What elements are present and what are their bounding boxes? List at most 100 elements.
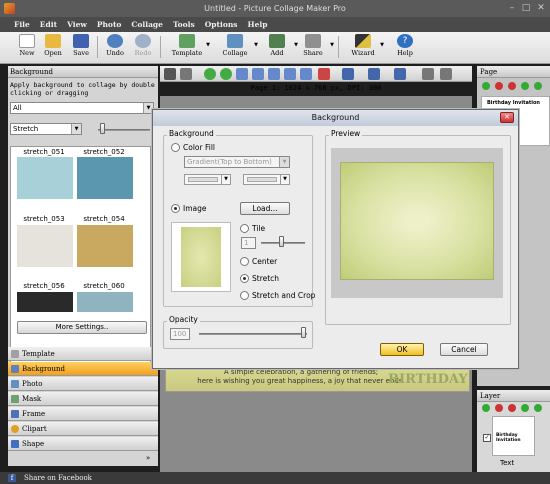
add-button[interactable]: Add ▼ xyxy=(262,34,298,57)
color-2-button[interactable]: ▼ xyxy=(243,174,290,185)
chevron-down-icon[interactable]: ▼ xyxy=(380,42,384,48)
template-button[interactable]: Template ▼ xyxy=(170,34,210,57)
move-layer-down-icon[interactable] xyxy=(534,404,542,412)
zoom-out-icon[interactable] xyxy=(440,68,452,80)
folder-icon xyxy=(45,34,61,48)
thumb-stretch-052[interactable] xyxy=(77,157,133,199)
remove-page-icon[interactable] xyxy=(495,82,503,90)
menu-view[interactable]: View xyxy=(67,20,87,29)
add-layer-icon[interactable] xyxy=(482,404,490,412)
minimize-button[interactable]: – xyxy=(506,2,518,14)
copy-icon[interactable] xyxy=(284,68,296,80)
move-page-down-icon[interactable] xyxy=(534,82,542,90)
section-clipart[interactable]: Clipart xyxy=(8,422,158,436)
distribute-icon[interactable] xyxy=(368,68,380,80)
close-icon[interactable]: ✕ xyxy=(500,112,514,123)
menu-bar: File Edit View Photo Collage Tools Optio… xyxy=(0,17,550,32)
collage-button[interactable]: Collage ▼ xyxy=(218,34,258,57)
zoom-slider-thumb[interactable] xyxy=(100,123,105,134)
cancel-button[interactable]: Cancel xyxy=(440,343,488,356)
thumb-label: stretch_052 xyxy=(83,148,125,156)
crop-icon[interactable] xyxy=(180,68,192,80)
share-button[interactable]: Share ▼ xyxy=(298,34,334,57)
undo-button[interactable]: Undo xyxy=(100,34,130,57)
share-on-facebook-link[interactable]: Share on Facebook xyxy=(24,474,92,482)
delete-icon[interactable] xyxy=(318,68,330,80)
section-mask[interactable]: Mask xyxy=(8,392,158,406)
close-button[interactable]: ✕ xyxy=(535,2,547,14)
remove-layer-icon[interactable] xyxy=(495,404,503,412)
open-button[interactable]: Open xyxy=(38,34,68,57)
section-background[interactable]: Background xyxy=(8,362,158,376)
ok-button[interactable]: OK xyxy=(380,343,424,356)
menu-tools[interactable]: Tools xyxy=(173,20,195,29)
send-back-icon[interactable] xyxy=(252,68,264,80)
tile-count-field[interactable]: 1 xyxy=(241,237,256,249)
image-radio[interactable] xyxy=(171,204,180,213)
delete-layer-icon[interactable] xyxy=(508,404,516,412)
save-button[interactable]: Save xyxy=(66,34,96,57)
opacity-label: Opacity xyxy=(167,315,200,324)
layer-visibility-checkbox[interactable]: ✓ xyxy=(483,434,491,442)
stretch-radio[interactable] xyxy=(240,274,249,283)
card-birthday-text[interactable]: BIRTHDAY xyxy=(388,372,468,387)
user-icon[interactable] xyxy=(164,68,176,80)
move-page-up-icon[interactable] xyxy=(521,82,529,90)
chevron-more-icon[interactable]: » xyxy=(146,454,150,462)
layer-label: Text xyxy=(500,459,515,467)
opacity-slider-thumb[interactable] xyxy=(301,327,306,338)
gradient-select[interactable]: Gradient(Top to Bottom) ▼ xyxy=(184,156,290,168)
category-select[interactable]: All ▼ xyxy=(10,102,154,114)
mode-select[interactable]: Stretch ▼ xyxy=(10,123,82,135)
menu-help[interactable]: Help xyxy=(248,20,268,29)
arrow-down-icon[interactable] xyxy=(220,68,232,80)
thumb-stretch-056[interactable] xyxy=(17,292,73,312)
menu-photo[interactable]: Photo xyxy=(97,20,122,29)
layer-panel-header: Layer xyxy=(477,390,550,402)
section-template[interactable]: Template xyxy=(8,347,158,361)
section-photo[interactable]: Photo xyxy=(8,377,158,391)
stretch-and-crop-radio[interactable] xyxy=(240,291,249,300)
maximize-button[interactable]: □ xyxy=(520,2,532,14)
template-icon xyxy=(11,350,19,358)
zoom-in-icon[interactable] xyxy=(422,68,434,80)
layer-thumbnail[interactable]: Birthday Invitation xyxy=(492,416,535,456)
redo-button[interactable]: Redo xyxy=(128,34,158,57)
move-layer-up-icon[interactable] xyxy=(521,404,529,412)
photo-icon xyxy=(11,380,19,388)
layer-icon[interactable] xyxy=(268,68,280,80)
add-page-icon[interactable] xyxy=(482,82,490,90)
more-settings-button[interactable]: More Settings.. xyxy=(17,321,147,334)
bring-front-icon[interactable] xyxy=(236,68,248,80)
tile-slider-thumb[interactable] xyxy=(279,236,284,247)
help-button[interactable]: ? Help xyxy=(390,34,420,57)
facebook-icon[interactable]: f xyxy=(8,474,16,482)
thumb-stretch-053[interactable] xyxy=(17,225,73,267)
color-1-button[interactable]: ▼ xyxy=(184,174,231,185)
chevron-down-icon[interactable]: ▼ xyxy=(206,42,210,48)
wizard-button[interactable]: Wizard ▼ xyxy=(348,34,384,57)
load-button[interactable]: Load... xyxy=(240,202,290,215)
menu-collage[interactable]: Collage xyxy=(131,20,163,29)
preview-label: Preview xyxy=(329,129,363,138)
template-icon xyxy=(179,34,195,48)
arrow-up-icon[interactable] xyxy=(204,68,216,80)
thumb-stretch-060[interactable] xyxy=(77,292,133,312)
chevron-down-icon[interactable]: ▼ xyxy=(330,42,334,48)
paste-icon[interactable] xyxy=(300,68,312,80)
menu-options[interactable]: Options xyxy=(205,20,238,29)
size-icon[interactable] xyxy=(394,68,406,80)
delete-page-icon[interactable] xyxy=(508,82,516,90)
section-frame[interactable]: Frame xyxy=(8,407,158,421)
thumb-stretch-054[interactable] xyxy=(77,225,133,267)
color-fill-radio[interactable] xyxy=(171,143,180,152)
thumb-stretch-051[interactable] xyxy=(17,157,73,199)
tile-radio[interactable] xyxy=(240,224,249,233)
chevron-down-icon[interactable]: ▼ xyxy=(254,42,258,48)
menu-file[interactable]: File xyxy=(14,20,30,29)
menu-edit[interactable]: Edit xyxy=(40,20,57,29)
align-icon[interactable] xyxy=(342,68,354,80)
section-shape[interactable]: Shape xyxy=(8,437,158,451)
opacity-field[interactable]: 100 xyxy=(170,328,190,340)
center-radio[interactable] xyxy=(240,257,249,266)
